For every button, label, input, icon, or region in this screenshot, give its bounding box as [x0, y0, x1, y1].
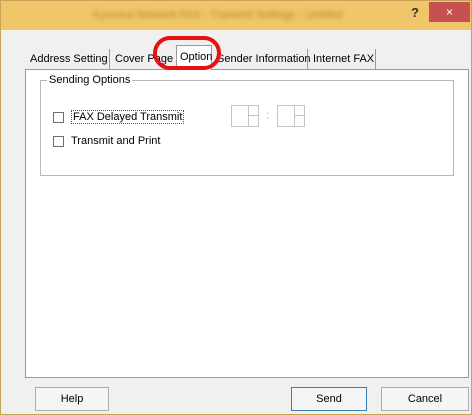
transmit-and-print-checkbox[interactable] [53, 136, 64, 147]
close-button[interactable]: × [429, 2, 470, 22]
option-tab-panel: Sending Options FAX Delayed Transmit : T… [25, 69, 469, 378]
tab-address-setting[interactable]: Address Setting [27, 49, 110, 69]
transmit-and-print-label[interactable]: Transmit and Print [71, 135, 160, 147]
transmit-and-print-option[interactable]: Transmit and Print [53, 135, 173, 149]
sending-options-group: Sending Options FAX Delayed Transmit : T… [40, 74, 454, 176]
tab-strip: Address Setting Cover Page Option Sender… [25, 45, 385, 70]
minute-spinner-arrows[interactable] [294, 106, 304, 126]
fax-delayed-transmit-option[interactable]: FAX Delayed Transmit [53, 110, 185, 125]
hour-spinner[interactable] [231, 105, 259, 127]
tab-option[interactable]: Option [176, 45, 212, 70]
sending-options-label: Sending Options [47, 74, 133, 86]
hour-spinner-arrows[interactable] [248, 106, 258, 126]
tab-sender-information[interactable]: Sender Information [214, 49, 311, 69]
window-title: Kyocera Network FAX - Transmit Settings … [93, 9, 343, 21]
title-bar[interactable]: Kyocera Network FAX - Transmit Settings … [1, 1, 471, 30]
transmit-settings-dialog: Kyocera Network FAX - Transmit Settings … [0, 0, 472, 415]
help-button[interactable]: Help [35, 387, 109, 411]
title-help-button[interactable]: ? [403, 3, 427, 23]
send-button[interactable]: Send [291, 387, 367, 411]
fax-delayed-transmit-checkbox[interactable] [53, 112, 64, 123]
tab-internet-fax[interactable]: Internet FAX [310, 49, 376, 69]
fax-delayed-transmit-label[interactable]: FAX Delayed Transmit [71, 110, 185, 124]
minute-spinner[interactable] [277, 105, 305, 127]
cancel-button[interactable]: Cancel [381, 387, 469, 411]
time-separator: : [266, 108, 270, 122]
